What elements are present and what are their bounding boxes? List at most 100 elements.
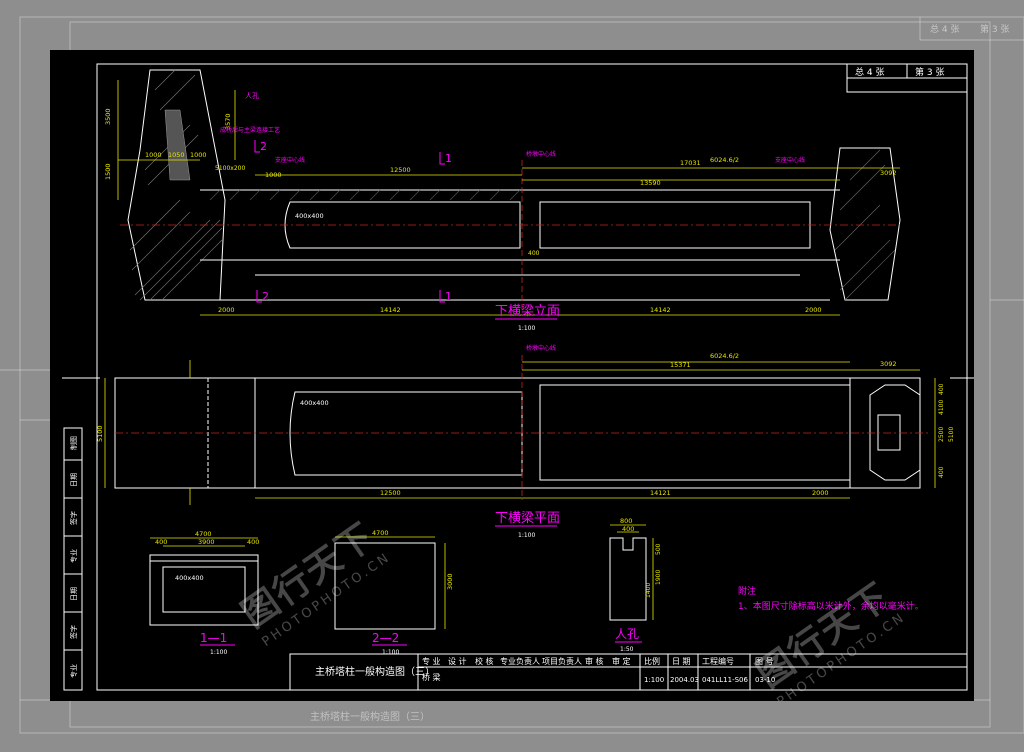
- elevation-view: 12500 17031 13590 6024.6/2 3092 2000 141…: [104, 69, 901, 332]
- bg-total-label: 总 4 张: [930, 23, 959, 35]
- plan-dim-r2: 4100: [938, 400, 945, 415]
- manhole-title: 人孔: [615, 627, 639, 641]
- elev-dim-l5: 1000: [190, 151, 207, 159]
- elev-dim-17031: 17031: [680, 159, 701, 167]
- plan-dim-left: 5100: [96, 425, 104, 442]
- section-2-2: 4700 3000 2—2 1:100: [334, 529, 454, 656]
- notes-block: 附注 1、本图尺寸除标高以米计外，余均以毫米计。: [738, 585, 924, 612]
- plan-dim-3092: 3092: [880, 360, 897, 368]
- tb-h5: 审 核: [585, 656, 604, 666]
- plan-dim-2000: 2000: [812, 489, 829, 497]
- manhole-dim-800: 800: [620, 517, 632, 525]
- elevation-title: 下横梁立面: [495, 304, 560, 319]
- elev-mid-dim: 400: [528, 250, 540, 257]
- strip-label-5: 签字: [69, 625, 78, 639]
- sec11-title: 1—1: [200, 631, 227, 645]
- notes-heading: 附注: [738, 585, 756, 597]
- drawing-sheet: 总 4 张 第 3 张 12500 17031 13590 6024.6/2 3…: [50, 50, 974, 701]
- manhole-scale: 1:50: [620, 646, 634, 653]
- tb-h7: 比例: [644, 656, 660, 666]
- elev-box-label: 400x400: [295, 212, 324, 220]
- sec11-box-label: 400x400: [175, 574, 204, 582]
- tb-date-value: 2004.03: [670, 676, 699, 684]
- tb-scale-value: 1:100: [644, 676, 664, 684]
- elev-dim-l3: 1000: [145, 151, 162, 159]
- strip-label-3: 专业: [69, 549, 78, 563]
- manhole-dim-1900: 1900: [655, 570, 662, 585]
- elev-dim-3092: 3092: [880, 169, 897, 177]
- sec22-scale: 1:100: [382, 649, 399, 656]
- tb-row2-0: 桥 梁: [422, 672, 441, 682]
- tb-drawing-no: 03-10: [755, 676, 775, 684]
- plan-box-label: 400x400: [300, 399, 329, 407]
- elev-dim-half: 6024.6/2: [710, 156, 739, 164]
- elev-dim-l2: 1500: [104, 163, 112, 180]
- plan-dim-r3: 2500: [938, 427, 945, 442]
- elevation-scale: 1:100: [518, 325, 535, 332]
- bg-sheet-label: 第 3 张: [980, 23, 1009, 35]
- elev-dim-12500: 12500: [390, 166, 411, 174]
- plan-dim-15371: 15371: [670, 361, 691, 369]
- elev-dim-b3: 14142: [650, 306, 671, 314]
- tb-h8: 日 期: [672, 657, 691, 666]
- strip-label-6: 专业: [69, 664, 78, 678]
- plan-scale: 1:100: [518, 532, 535, 539]
- tb-h2: 校 核: [475, 656, 494, 666]
- strip-label-2: 签字: [69, 511, 78, 525]
- titleblock-title: 主桥塔柱一般构造图（三）: [315, 665, 435, 678]
- strip-label-1: 日期: [70, 473, 78, 487]
- tb-h6: 审 定: [612, 656, 631, 666]
- elev-dim-b4: 2000: [805, 306, 822, 314]
- sec11-dim-400a: 400: [155, 538, 167, 546]
- elev-dim-b2: 14142: [380, 306, 401, 314]
- strip-label-4: 日期: [70, 587, 78, 601]
- support-center-left: 支座中心线: [275, 156, 305, 164]
- strip-label-0: 制图: [69, 436, 78, 450]
- plan-dim-12500: 12500: [380, 489, 401, 497]
- notes-line1: 1、本图尺寸除标高以米计外，余均以毫米计。: [738, 600, 924, 612]
- tb-h9: 工程编号: [702, 656, 734, 666]
- section2-marker-bottom: 2: [262, 290, 269, 303]
- sec11-dim-3900: 3900: [198, 538, 215, 546]
- bg-title-ghost: 主桥塔柱一般构造图（三）: [310, 710, 430, 723]
- sheet-count-box: 总 4 张 第 3 张: [846, 63, 968, 93]
- tb-h3: 专业负责人: [500, 656, 540, 666]
- left-signature-strip: 制图 日期 签字 专业 日期 签字 专业: [63, 427, 83, 691]
- tb-h4: 项目负责人: [542, 656, 582, 666]
- plan-bridge-center: 桥墩中心线: [526, 344, 556, 352]
- sheet-number-label: 第 3 张: [915, 66, 944, 78]
- cad-drawing: 总 4 张 第 3 张 12500 17031 13590 6024.6/2 3…: [62, 63, 974, 691]
- tb-h1: 设 计: [448, 656, 467, 666]
- plan-dim-r1: 400: [938, 383, 945, 395]
- tb-h10: 图 号: [755, 657, 774, 666]
- sec22-dim-3000: 3000: [446, 573, 454, 590]
- plan-dim-r5: 400: [938, 466, 945, 478]
- support-center-right: 支座中心线: [775, 156, 805, 164]
- manhole-dim-400: 400: [622, 525, 634, 533]
- elev-dim-l7: 1000: [265, 171, 282, 179]
- title-block: 主桥塔柱一般构造图（三） 专 业 设 计 校 核 专业负责人 项目负责人 审 核…: [289, 653, 968, 691]
- plan-title: 下横梁平面: [495, 511, 560, 526]
- sec22-title: 2—2: [372, 631, 399, 645]
- sec11-dim-4700: 4700: [195, 530, 212, 538]
- person-hole-label: 人孔: [245, 92, 259, 100]
- sec22-dim-4700: 4700: [372, 529, 389, 537]
- elev-dim-l1: 3500: [104, 108, 112, 125]
- total-sheets-label: 总 4 张: [855, 66, 884, 78]
- plan-dim-14121: 14121: [650, 489, 671, 497]
- elev-dim-l4: 1050: [168, 151, 185, 159]
- manhole-dim-1400: 1400: [645, 583, 652, 598]
- section-1-1: 4700 3900 400 400 400x400 1—1 1:100: [149, 530, 259, 656]
- elev-dim-b1: 2000: [218, 306, 235, 314]
- anchor-note-label: 成桥后与主梁连接工艺: [220, 126, 280, 134]
- plan-view: 桥墩中心线 15371 6024.6/2 3092 12500 14121 20…: [96, 344, 955, 539]
- sec11-dim-400b: 400: [247, 538, 259, 546]
- elev-dim-13590: 13590: [640, 179, 661, 187]
- tb-h0: 专 业: [422, 656, 441, 666]
- manhole-dim-500: 500: [655, 543, 662, 555]
- sec11-scale: 1:100: [210, 649, 227, 656]
- section2-marker-top: 2: [260, 140, 267, 153]
- plan-dim-half: 6024.6/2: [710, 352, 739, 360]
- manhole-detail: 800 400 500 1900 1400 人孔 1:50: [609, 517, 662, 653]
- section1-marker-bottom: 1: [445, 290, 452, 303]
